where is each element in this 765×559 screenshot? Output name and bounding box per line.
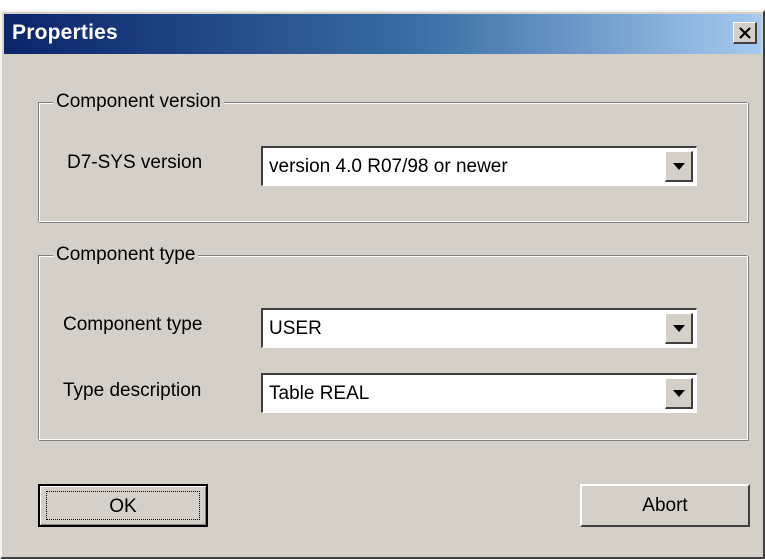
chevron-down-icon [672, 389, 685, 397]
abort-button[interactable]: Abort [580, 484, 750, 527]
window-title: Properties [12, 21, 118, 44]
title-bar[interactable]: Properties [4, 14, 761, 54]
close-button[interactable] [733, 22, 757, 44]
ok-button-label: OK [46, 491, 200, 520]
close-icon [738, 26, 751, 39]
d7sys-version-select[interactable]: version 4.0 R07/98 or newer [261, 146, 697, 186]
chevron-down-icon [672, 162, 685, 170]
d7sys-version-label: D7-SYS version [67, 152, 203, 173]
component-type-group: Component type Component type USER Type … [38, 244, 748, 440]
component-type-dropdown-button[interactable] [665, 313, 693, 344]
type-description-value: Table REAL [269, 383, 370, 404]
component-type-label: Component type [63, 314, 203, 335]
component-version-group: Component version D7-SYS version version… [38, 91, 748, 222]
chevron-down-icon [672, 324, 685, 332]
d7sys-version-dropdown-button[interactable] [665, 151, 693, 182]
type-description-select[interactable]: Table REAL [261, 373, 697, 413]
type-description-label: Type description [63, 380, 202, 401]
component-version-legend: Component version [53, 91, 224, 113]
type-description-dropdown-button[interactable] [665, 378, 693, 409]
d7sys-version-value: version 4.0 R07/98 or newer [269, 156, 508, 177]
ok-button[interactable]: OK [38, 484, 208, 527]
component-type-value: USER [269, 318, 322, 339]
properties-dialog: Properties Component version D7-SYS vers… [0, 10, 765, 559]
component-type-legend: Component type [53, 244, 199, 266]
component-type-select[interactable]: USER [261, 308, 697, 348]
